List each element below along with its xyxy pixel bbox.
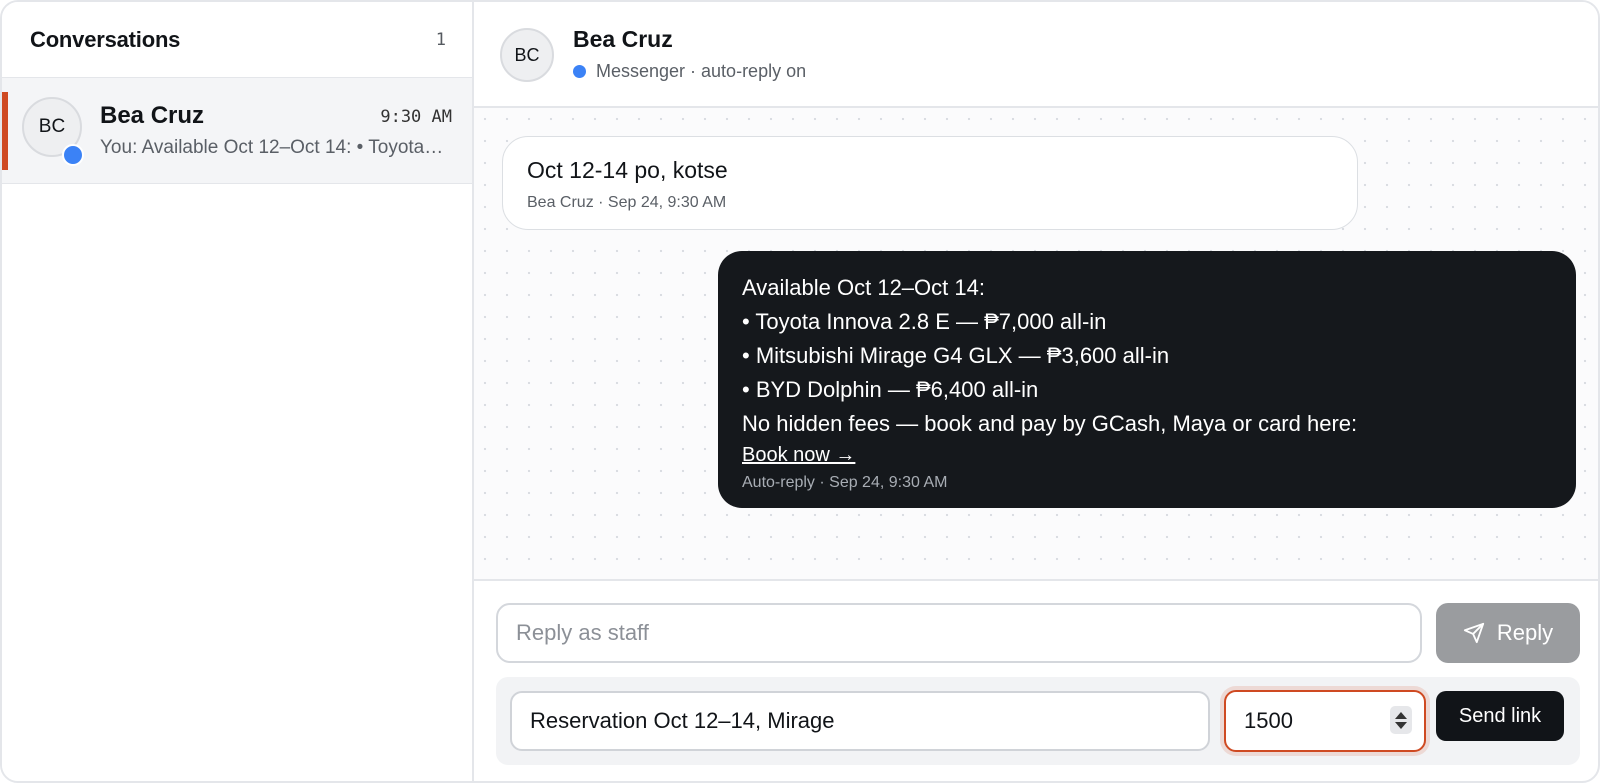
reply-button[interactable]: Reply <box>1436 603 1580 663</box>
status-dot-icon <box>573 65 586 78</box>
message-text: Oct 12-14 po, kotse <box>527 157 728 183</box>
conversation-item-bea-cruz[interactable]: BC Bea Cruz 9:30 AM You: Available Oct 1… <box>2 78 472 184</box>
message-meta: Bea Cruz · Sep 24, 9:30 AM <box>527 194 727 211</box>
send-icon <box>1463 622 1484 644</box>
reply-input[interactable] <box>496 603 1422 663</box>
send-link-button[interactable]: Send link <box>1436 691 1564 741</box>
conversation-time: 9:30 AM <box>380 107 452 127</box>
message-line: No hidden fees — book and pay by GCash, … <box>742 411 1358 436</box>
sidebar-header: Conversations 1 <box>2 2 472 78</box>
conversation-sidebar: Conversations 1 BC Bea Cruz 9:30 AM You:… <box>2 2 474 781</box>
conversation-name: Bea Cruz <box>100 102 205 129</box>
message-line: • Toyota Innova 2.8 E — ₱7,000 all-in <box>742 309 1107 334</box>
message-line: • Mitsubishi Mirage G4 GLX — ₱3,600 all-… <box>742 343 1170 368</box>
app-window: Conversations 1 BC Bea Cruz 9:30 AM You:… <box>0 0 1600 783</box>
active-indicator <box>2 92 8 170</box>
channel-status-label: Messenger · auto-reply on <box>596 61 807 81</box>
conversation-preview: You: Available Oct 12–Oct 14: • Toyota I… <box>100 137 446 158</box>
amount-stepper[interactable] <box>1390 706 1412 734</box>
increment-icon[interactable] <box>1395 711 1407 719</box>
book-now-link[interactable]: Book now → <box>742 444 855 467</box>
chat-header: BC Bea Cruz Messenger · auto-reply on <box>474 2 1598 108</box>
sidebar-title: Conversations <box>30 26 181 52</box>
decrement-icon[interactable] <box>1395 721 1407 729</box>
payment-description-input[interactable] <box>510 691 1210 751</box>
chat-panel: BC Bea Cruz Messenger · auto-reply on Oc… <box>474 2 1598 781</box>
reply-button-label: Reply <box>1496 620 1554 645</box>
online-status-icon <box>62 144 84 166</box>
amount-field <box>1224 690 1426 752</box>
incoming-message: Oct 12-14 po, kotse Bea Cruz · Sep 24, 9… <box>502 136 1358 230</box>
channel-status: Messenger · auto-reply on <box>573 61 806 82</box>
message-meta: Auto-reply · Sep 24, 9:30 AM <box>742 474 948 491</box>
message-line: • BYD Dolphin — ₱6,400 all-in <box>742 377 1039 402</box>
message-list[interactable]: Oct 12-14 po, kotse Bea Cruz · Sep 24, 9… <box>474 108 1598 581</box>
message-line: Available Oct 12–Oct 14: <box>742 275 985 300</box>
outgoing-message: Available Oct 12–Oct 14: • Toyota Innova… <box>718 251 1576 508</box>
amount-input[interactable] <box>1226 692 1376 750</box>
conversation-count: 1 <box>435 29 446 50</box>
payment-link-panel: Send link <box>496 677 1580 765</box>
contact-avatar: BC <box>500 28 554 82</box>
contact-name: Bea Cruz <box>573 26 673 52</box>
